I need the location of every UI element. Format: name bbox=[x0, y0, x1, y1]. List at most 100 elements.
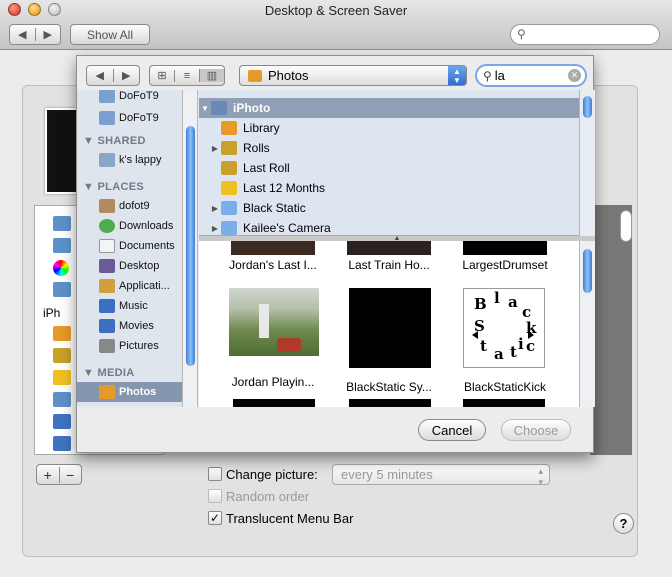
forward-arrow-icon[interactable]: ▶ bbox=[34, 28, 61, 41]
photo-thumbnail[interactable] bbox=[463, 399, 545, 407]
choose-button[interactable]: Choose bbox=[501, 419, 571, 441]
photo-thumbnail[interactable]: Black Static bbox=[463, 288, 545, 368]
sidebar-item-documents[interactable]: Documents bbox=[77, 236, 182, 256]
sidebar-item-label: Downloads bbox=[119, 220, 174, 232]
browser-row-last-12-months[interactable]: Last 12 Months bbox=[199, 178, 579, 198]
photos-icon bbox=[248, 69, 262, 82]
window-title: Desktop & Screen Saver bbox=[264, 3, 408, 18]
back-arrow-icon[interactable]: ◀ bbox=[10, 28, 35, 41]
help-button[interactable]: ? bbox=[613, 513, 634, 534]
library-icon bbox=[53, 326, 71, 341]
sidebar-scroll-thumb[interactable] bbox=[186, 126, 195, 366]
color-wheel-icon bbox=[53, 260, 69, 276]
add-remove-control[interactable]: + − bbox=[36, 464, 82, 485]
sidebar-item-label: DoFoT9 bbox=[119, 112, 159, 124]
svg-text:t: t bbox=[480, 337, 487, 355]
browser-scrollbar[interactable] bbox=[579, 90, 595, 236]
photo-thumbnail[interactable] bbox=[229, 288, 319, 356]
back-forward-control[interactable]: ◀ ▶ bbox=[9, 24, 61, 45]
window-search-field[interactable]: ⚲ bbox=[510, 24, 660, 45]
clear-search-icon[interactable]: ✕ bbox=[568, 69, 581, 82]
photo-thumbnail[interactable] bbox=[347, 241, 431, 255]
cancel-button[interactable]: Cancel bbox=[418, 419, 486, 441]
photo-thumbnail[interactable] bbox=[231, 241, 315, 255]
calendar-icon bbox=[221, 181, 237, 195]
sidebar-item-label: Applicati... bbox=[119, 280, 170, 292]
back-arrow-icon[interactable]: ◀ bbox=[87, 69, 113, 82]
sidebar-item-label: k's lappy bbox=[119, 154, 162, 166]
computer-icon bbox=[99, 90, 115, 103]
folder-icon bbox=[53, 392, 71, 407]
music-icon bbox=[99, 299, 115, 313]
photo-caption: BlackStaticKick bbox=[463, 380, 547, 394]
home-icon bbox=[99, 199, 115, 213]
sidebar-item-ks-lappy[interactable]: k's lappy bbox=[77, 150, 182, 170]
photo-thumbnail[interactable] bbox=[463, 241, 547, 255]
disclosure-closed-icon[interactable]: ▶ bbox=[209, 204, 221, 213]
section-header-label: PLACES bbox=[97, 181, 144, 193]
browser-scroll-thumb[interactable] bbox=[583, 96, 592, 118]
browser-row-label: iPhoto bbox=[233, 101, 271, 115]
folder-icon bbox=[221, 201, 237, 215]
translucent-menu-bar-checkbox[interactable]: ✓ bbox=[208, 511, 222, 525]
column-view-icon[interactable]: ▥ bbox=[199, 69, 224, 82]
disclosure-open-icon[interactable]: ▼ bbox=[199, 104, 211, 113]
grid-scrollbar-thumb[interactable] bbox=[620, 210, 632, 242]
location-popup[interactable]: Photos ▲ ▼ bbox=[239, 65, 467, 86]
browser-row-library[interactable]: Library bbox=[199, 118, 579, 138]
list-view-icon[interactable]: ≡ bbox=[174, 69, 199, 82]
disclosure-closed-icon[interactable]: ▶ bbox=[209, 144, 221, 153]
sidebar-item-dofot9[interactable]: DoFoT9 bbox=[77, 108, 182, 128]
disclosure-closed-icon[interactable]: ▶ bbox=[209, 224, 221, 233]
photo-thumbnail[interactable] bbox=[349, 288, 431, 368]
sidebar-item-dofot9-disk[interactable]: DoFoT9 bbox=[77, 90, 182, 106]
icon-view-icon[interactable]: ⊞ bbox=[150, 69, 174, 82]
photos-icon bbox=[99, 385, 115, 399]
remove-icon[interactable]: − bbox=[58, 466, 82, 483]
sidebar-item-home[interactable]: dofot9 bbox=[77, 196, 182, 216]
sheet-back-forward[interactable]: ◀ ▶ bbox=[86, 65, 140, 86]
browser-row-kailees-camera[interactable]: ▶ Kailee's Camera bbox=[199, 218, 579, 235]
change-picture-checkbox[interactable] bbox=[208, 467, 222, 481]
show-all-button[interactable]: Show All bbox=[70, 24, 150, 45]
grid-scroll-thumb[interactable] bbox=[583, 249, 592, 293]
forward-arrow-icon[interactable]: ▶ bbox=[112, 69, 140, 82]
photo-thumbnail[interactable] bbox=[233, 399, 315, 407]
browser-row-label: Rolls bbox=[243, 141, 270, 155]
sidebar-item-label: Desktop bbox=[119, 260, 160, 272]
random-order-label: Random order bbox=[226, 489, 310, 504]
updown-arrows-icon: ▴ ▾ bbox=[538, 466, 543, 487]
section-header-label: SHARED bbox=[97, 135, 146, 147]
svg-text:c: c bbox=[526, 337, 535, 355]
browser-row-label: Last Roll bbox=[243, 161, 290, 175]
svg-text:B: B bbox=[474, 295, 487, 313]
view-mode-control[interactable]: ⊞ ≡ ▥ bbox=[149, 65, 225, 86]
browser-row-iphoto[interactable]: ▼ iPhoto bbox=[199, 98, 579, 118]
browser-row-black-static[interactable]: ▶ Black Static bbox=[199, 198, 579, 218]
sidebar-item-music[interactable]: Music bbox=[77, 296, 182, 316]
sidebar-item-label: Pictures bbox=[119, 340, 159, 352]
photo-thumbnail[interactable] bbox=[349, 399, 431, 407]
random-order-checkbox[interactable] bbox=[208, 489, 222, 503]
add-icon[interactable]: + bbox=[37, 467, 59, 483]
sidebar-item-photos[interactable]: Photos bbox=[77, 382, 182, 402]
sidebar-item-downloads[interactable]: Downloads bbox=[77, 216, 182, 236]
sidebar-item-applications[interactable]: Applicati... bbox=[77, 276, 182, 296]
browser-row-rolls[interactable]: ▶ Rolls bbox=[199, 138, 579, 158]
sheet-search-field[interactable]: ⚲ la ✕ bbox=[475, 64, 587, 87]
photo-grid[interactable]: Jordan's Last I... Last Train Ho... Larg… bbox=[199, 241, 579, 407]
sidebar-item-pictures[interactable]: Pictures bbox=[77, 336, 182, 356]
grid-scrollbar[interactable] bbox=[579, 241, 595, 407]
sidebar-scrollbar[interactable] bbox=[183, 90, 198, 407]
roll-icon bbox=[53, 348, 71, 363]
interval-popup[interactable]: every 5 minutes ▴ ▾ bbox=[332, 464, 550, 487]
sidebar-item-movies[interactable]: Movies bbox=[77, 316, 182, 336]
sidebar-item-desktop[interactable]: Desktop bbox=[77, 256, 182, 276]
browser-row-last-roll[interactable]: Last Roll bbox=[199, 158, 579, 178]
svg-text:i: i bbox=[518, 335, 524, 353]
search-icon: ⚲ bbox=[483, 68, 492, 83]
places-section-header: ▼ PLACES bbox=[83, 181, 144, 193]
sidebar-item-label: dofot9 bbox=[119, 200, 150, 212]
shared-section-header: ▼ SHARED bbox=[83, 135, 146, 147]
picture-thumbnail-grid[interactable] bbox=[590, 205, 632, 455]
